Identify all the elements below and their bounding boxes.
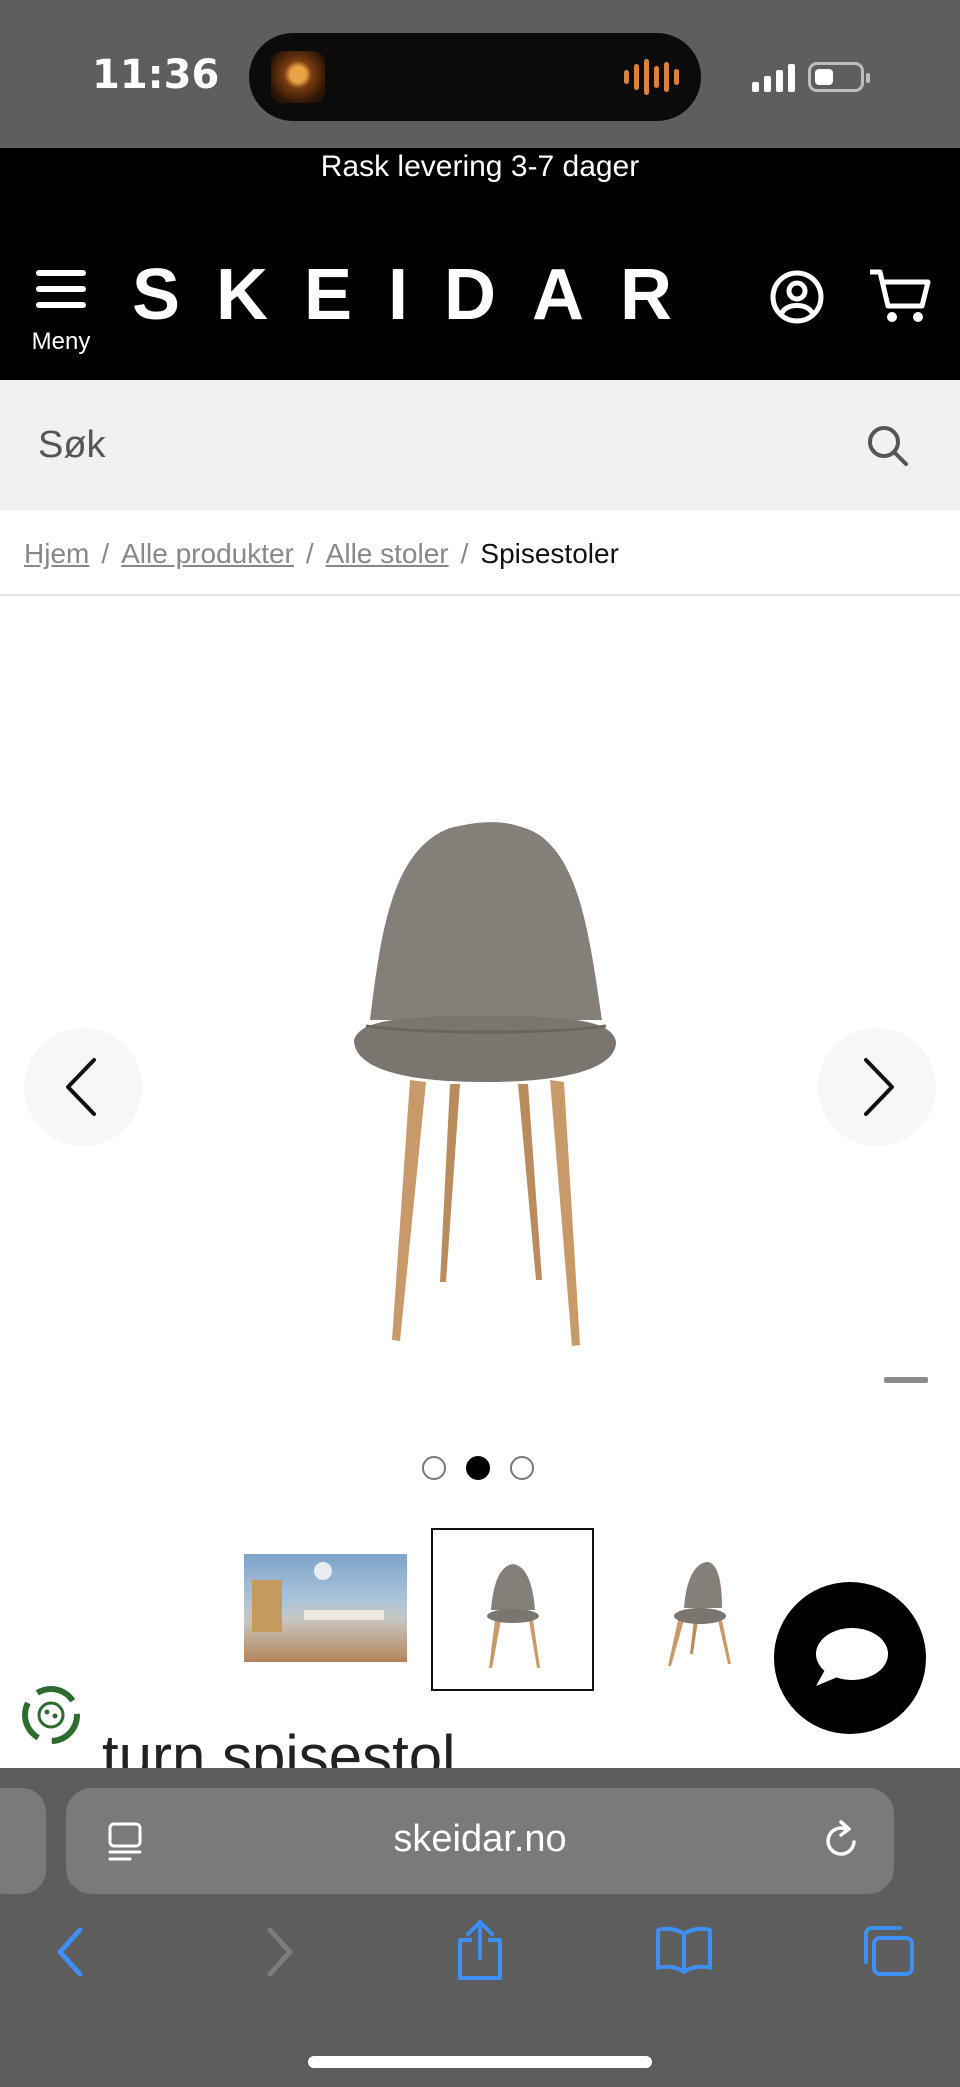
breadcrumb-home[interactable]: Hjem: [24, 538, 89, 570]
menu-button[interactable]: Meny: [28, 270, 94, 366]
account-icon[interactable]: [770, 270, 824, 324]
reload-icon[interactable]: [822, 1818, 862, 1862]
pagination-dot[interactable]: [510, 1456, 534, 1480]
pagination-dot[interactable]: [422, 1456, 446, 1480]
tabs-icon[interactable]: [860, 1924, 918, 1980]
thumbnail-room-scene[interactable]: [244, 1528, 407, 1691]
search-input[interactable]: [38, 420, 818, 470]
home-indicator[interactable]: [308, 2056, 652, 2068]
bookmarks-icon[interactable]: [654, 1924, 714, 1974]
promo-banner: Rask levering 3-7 dager: [0, 148, 960, 202]
breadcrumb-all-chairs[interactable]: Alle stoler: [326, 538, 449, 570]
chair-thumbnail-image: [487, 1564, 540, 1668]
thumbnail-chair-front[interactable]: [431, 1528, 594, 1691]
promo-text: Rask levering 3-7 dager: [320, 150, 640, 183]
sustainability-badge-icon[interactable]: [18, 1682, 84, 1748]
chevron-left-icon: [66, 1058, 96, 1116]
product-image-chair[interactable]: [340, 820, 630, 1360]
chair-thumbnail-image: [668, 1562, 731, 1666]
status-time: 11:36: [92, 52, 220, 98]
chat-button[interactable]: [774, 1582, 926, 1734]
search-icon[interactable]: [866, 424, 910, 468]
breadcrumb: Hjem / Alle produkter / Alle stoler / Sp…: [24, 538, 619, 570]
site-header: Meny SKEIDAR: [0, 202, 960, 380]
forward-icon[interactable]: [256, 1924, 300, 1980]
breadcrumb-separator: /: [460, 538, 469, 569]
share-icon[interactable]: [454, 1918, 506, 1982]
room-scene-image: [244, 1554, 407, 1662]
audio-waveform-icon: [624, 59, 679, 95]
back-icon[interactable]: [50, 1924, 94, 1980]
zoom-handle[interactable]: [884, 1377, 928, 1383]
cart-icon[interactable]: [868, 266, 932, 326]
breadcrumb-all-products[interactable]: Alle produkter: [121, 538, 294, 570]
search-bar: [0, 380, 960, 510]
thumbnail-chair-angle[interactable]: [618, 1528, 781, 1691]
url-text: skeidar.no: [393, 1818, 567, 1860]
breadcrumb-separator: /: [101, 538, 110, 569]
gallery-next-button[interactable]: [818, 1028, 936, 1146]
now-playing-artwork: [271, 51, 325, 103]
battery-icon: [808, 62, 870, 92]
gallery-pagination: [422, 1456, 534, 1480]
gallery-prev-button[interactable]: [24, 1028, 142, 1146]
chevron-right-icon: [864, 1058, 894, 1116]
skeidar-logo[interactable]: SKEIDAR: [132, 254, 708, 336]
thumbnail-strip: [244, 1528, 781, 1691]
breadcrumb-separator: /: [305, 538, 314, 569]
previous-tab-peek[interactable]: [0, 1788, 46, 1894]
menu-label: Meny: [31, 328, 91, 355]
chat-bubble-icon: [816, 1628, 888, 1686]
address-bar[interactable]: skeidar.no: [66, 1788, 894, 1894]
status-bar: 11:36: [0, 0, 960, 148]
dynamic-island[interactable]: [249, 33, 701, 121]
breadcrumb-current: Spisestoler: [480, 538, 619, 569]
cellular-signal-icon: [752, 62, 795, 92]
pagination-dot-active[interactable]: [466, 1456, 490, 1480]
